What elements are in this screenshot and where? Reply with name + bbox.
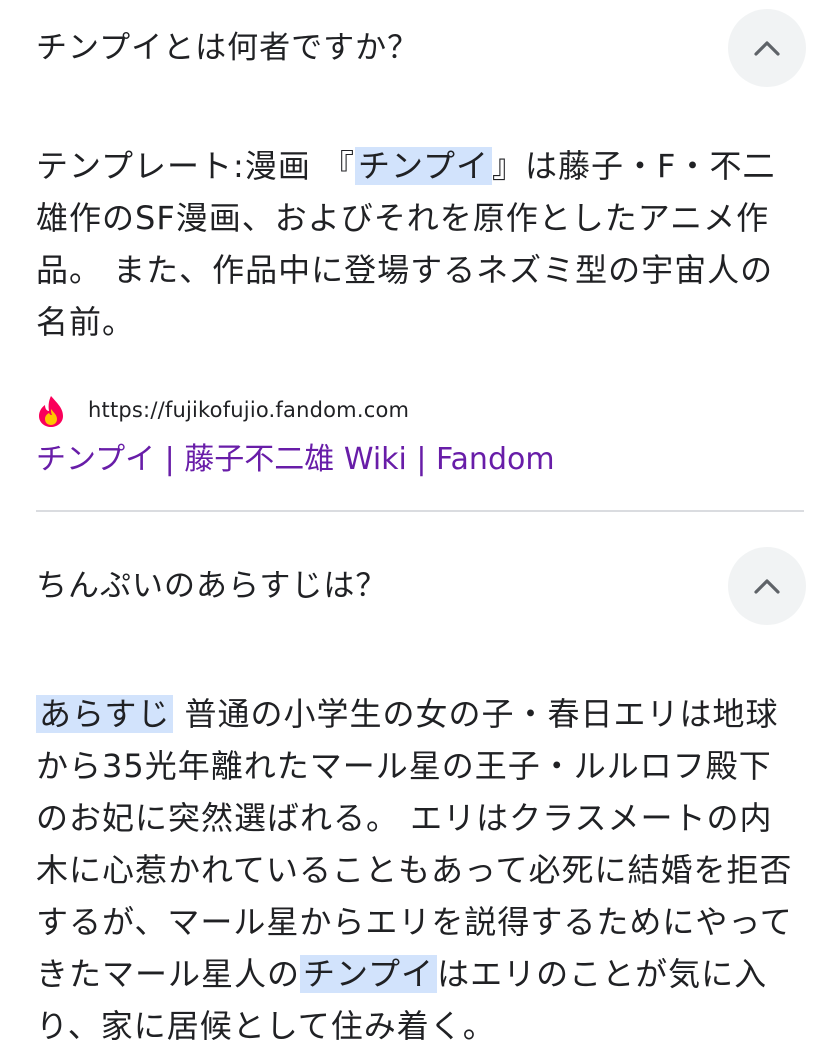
divider — [36, 510, 804, 512]
faq-question-row[interactable]: ちんぷいのあらすじは？ — [0, 538, 840, 638]
chevron-up-icon — [754, 579, 780, 594]
faq-question-text: ちんぷいのあらすじは？ — [36, 568, 388, 604]
source-title-link[interactable]: チンプイ | 藤子不二雄 Wiki | Fandom — [36, 438, 555, 482]
faq-answer: あらすじ 普通の小学生の女の子・春日エリは地球から35光年離れたマール星の王子・… — [36, 688, 800, 1052]
answer-text: 普通の小学生の女の子・春日エリは地球から35光年離れたマール星の王子・ルルロフ殿… — [36, 695, 793, 993]
source-row: https://fujikofujio.fandom.com — [0, 390, 840, 434]
faq-answer: テンプレート:漫画 『チンプイ』は藤子・F・不二雄作のSF漫画、およびそれを原作… — [36, 140, 800, 348]
faq-item-2: ちんぷいのあらすじは？ あらすじ 普通の小学生の女の子・春日エリは地球から35光… — [0, 538, 840, 1052]
answer-highlight: チンプイ — [300, 955, 438, 993]
faq-item-1: チンプイとは何者ですか？ テンプレート:漫画 『チンプイ』は藤子・F・不二雄作の… — [0, 0, 840, 482]
chevron-up-icon — [754, 41, 780, 56]
faq-question-text: チンプイとは何者ですか？ — [36, 30, 420, 66]
answer-highlight: あらすじ — [36, 695, 174, 733]
faq-question-row[interactable]: チンプイとは何者ですか？ — [0, 0, 840, 100]
collapse-button[interactable] — [728, 9, 806, 87]
answer-highlight: チンプイ — [355, 147, 493, 185]
fandom-flame-icon — [39, 396, 63, 427]
collapse-button[interactable] — [728, 547, 806, 625]
answer-text: テンプレート:漫画 『 — [36, 147, 355, 185]
source-url: https://fujikofujio.fandom.com — [88, 398, 410, 422]
